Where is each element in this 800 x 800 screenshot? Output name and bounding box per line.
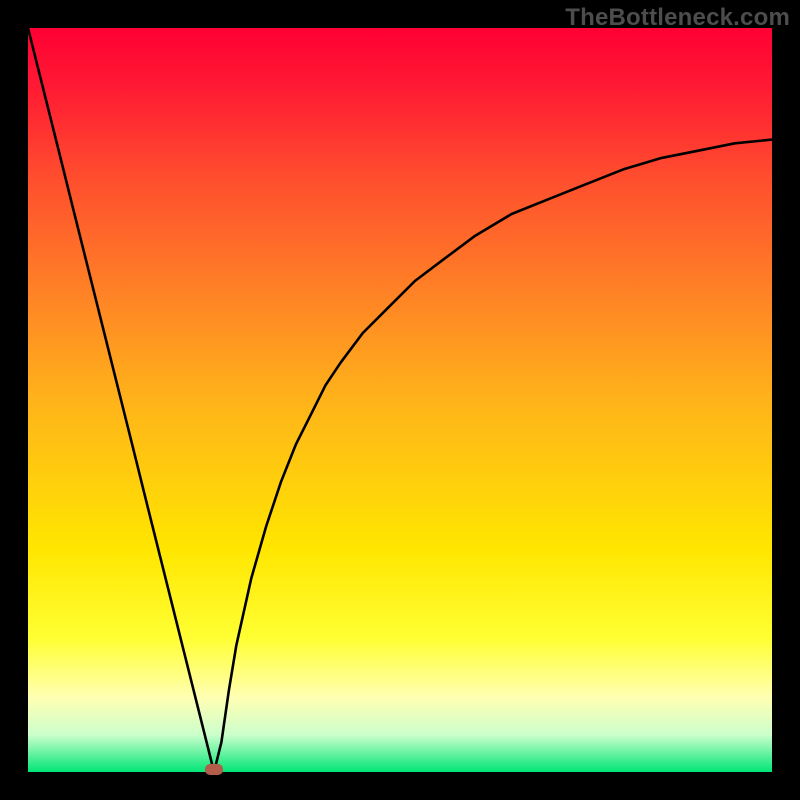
minimum-marker — [205, 764, 223, 775]
plot-area — [28, 28, 772, 772]
watermark-text: TheBottleneck.com — [565, 4, 790, 32]
bottleneck-curve — [28, 28, 772, 772]
